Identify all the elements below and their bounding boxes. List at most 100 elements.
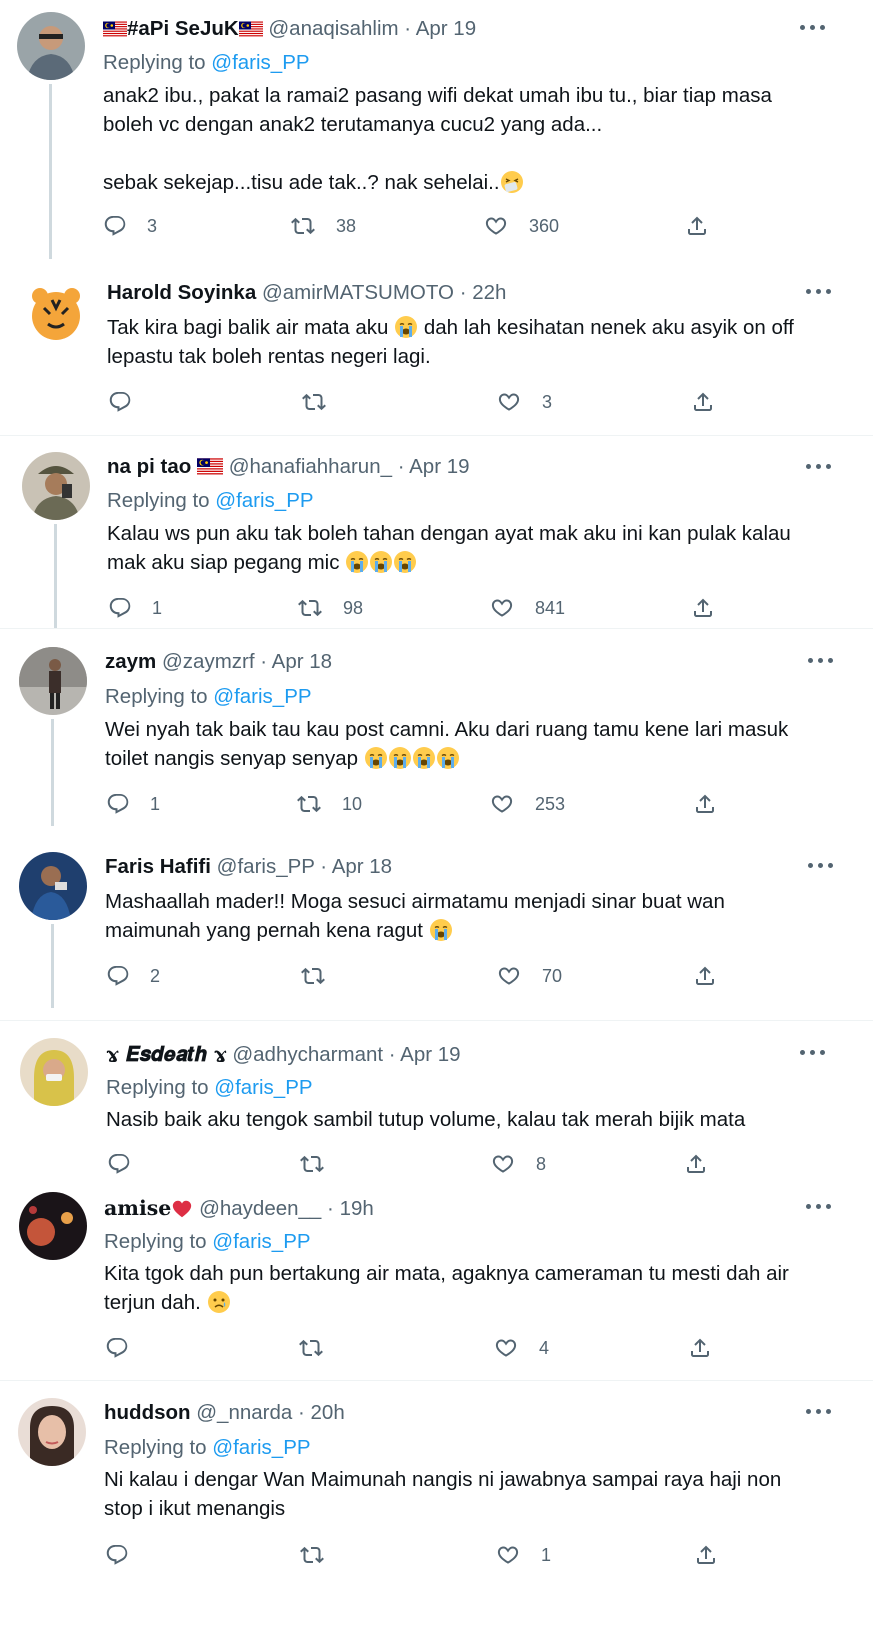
avatar[interactable]: [17, 12, 85, 80]
mention-link[interactable]: @faris_PP: [212, 1436, 310, 1459]
more-icon[interactable]: [806, 462, 836, 472]
reply-button[interactable]: [105, 1541, 129, 1569]
retweet-button[interactable]: 10: [296, 790, 362, 818]
retweet-button[interactable]: 38: [290, 212, 356, 240]
user-handle[interactable]: @zaymzrf: [162, 650, 255, 673]
display-name[interactable]: #aPi SeJuK: [127, 17, 239, 40]
tweet[interactable]: zaym @zaymzrf · Apr 18 Replying to @fari…: [0, 629, 873, 826]
avatar[interactable]: [22, 280, 90, 348]
display-name[interactable]: zaym: [105, 650, 156, 673]
share-button[interactable]: [683, 1150, 709, 1178]
tweet-date[interactable]: 22h: [472, 281, 506, 304]
like-button[interactable]: 4: [493, 1334, 549, 1362]
more-icon[interactable]: [806, 1407, 836, 1417]
user-handle[interactable]: @_nnarda: [196, 1401, 292, 1424]
like-button[interactable]: 8: [490, 1150, 546, 1178]
reply-count: 3: [147, 215, 158, 236]
retweet-button[interactable]: [299, 1541, 325, 1569]
user-handle[interactable]: @amirMATSUMOTO: [262, 281, 454, 304]
reply-button[interactable]: 3: [103, 212, 157, 240]
tweet[interactable]: 𝐚𝐦𝐢𝐬𝐞 @haydeen__ · 19h Replying to @fari…: [0, 1179, 873, 1380]
tweet-date[interactable]: Apr 18: [332, 855, 392, 878]
retweet-button[interactable]: [299, 1150, 325, 1178]
reply-button[interactable]: [108, 388, 132, 416]
display-name[interactable]: ɤ 𝑬𝒔𝒅𝒆𝒂𝒕𝒉 ɤ: [106, 1042, 227, 1066]
avatar[interactable]: [22, 452, 90, 520]
share-icon: [687, 1336, 713, 1360]
avatar[interactable]: [20, 1038, 88, 1106]
reply-button[interactable]: 2: [106, 962, 160, 990]
tweet-date[interactable]: Apr 19: [400, 1043, 460, 1066]
avatar[interactable]: [18, 1398, 86, 1466]
tweet-text-line: toilet nangis senyap senyap: [105, 747, 359, 770]
share-button[interactable]: [687, 1334, 713, 1362]
reply-count: 2: [150, 965, 161, 986]
user-handle[interactable]: @faris_PP: [217, 855, 315, 878]
more-icon[interactable]: [806, 1202, 836, 1212]
reply-button[interactable]: [107, 1150, 131, 1178]
tweet-actions: 4: [105, 1334, 725, 1362]
retweet-button[interactable]: [301, 388, 327, 416]
reply-button[interactable]: 1: [108, 594, 162, 622]
reply-button[interactable]: 1: [106, 790, 160, 818]
user-handle[interactable]: @hanafiahharun_: [229, 455, 392, 478]
tweet[interactable]: #aPi SeJuK @anaqisahlim · Apr 19 Replyin…: [0, 0, 873, 270]
user-handle[interactable]: @haydeen__: [199, 1197, 321, 1220]
mention-link[interactable]: @faris_PP: [211, 51, 309, 74]
mention-link[interactable]: @faris_PP: [215, 489, 313, 512]
crying-face-emoji-icon: [394, 315, 418, 339]
tweet[interactable]: ɤ 𝑬𝒔𝒅𝒆𝒂𝒕𝒉 ɤ @adhycharmant · Apr 19 Reply…: [0, 1021, 873, 1179]
retweet-button[interactable]: 98: [297, 594, 363, 622]
avatar[interactable]: [19, 852, 87, 920]
share-icon: [683, 1152, 709, 1176]
tweet-date[interactable]: Apr 19: [416, 17, 476, 40]
mention-link[interactable]: @faris_PP: [214, 1076, 312, 1099]
share-button[interactable]: [690, 594, 716, 622]
user-handle[interactable]: @adhycharmant: [232, 1043, 383, 1066]
more-icon[interactable]: [806, 287, 836, 297]
tweet-actions: 1 10 253: [106, 790, 726, 818]
share-button[interactable]: [692, 962, 718, 990]
like-button[interactable]: 70: [496, 962, 562, 990]
more-icon[interactable]: [808, 656, 838, 666]
retweet-icon: [301, 390, 327, 414]
tweet[interactable]: Harold Soyinka @amirMATSUMOTO · 22h Tak …: [0, 270, 873, 435]
tweet-date[interactable]: 19h: [340, 1197, 374, 1220]
separator-dot: ·: [320, 855, 328, 878]
mention-link[interactable]: @faris_PP: [213, 685, 311, 708]
more-icon[interactable]: [800, 1048, 830, 1058]
tweet-text-line: maimunah yang pernah kena ragut: [105, 919, 423, 942]
heart-icon: [489, 596, 515, 620]
retweet-button[interactable]: [300, 962, 326, 990]
like-button[interactable]: 841: [489, 594, 565, 622]
retweet-count: 98: [343, 597, 364, 618]
display-name[interactable]: Harold Soyinka: [107, 281, 256, 304]
display-name[interactable]: huddson: [104, 1401, 191, 1424]
display-name[interactable]: Faris Hafifi: [105, 855, 211, 878]
like-button[interactable]: 253: [489, 790, 565, 818]
like-count: 841: [535, 597, 566, 618]
reply-button[interactable]: [105, 1334, 129, 1362]
avatar[interactable]: [19, 647, 87, 715]
avatar[interactable]: [19, 1192, 87, 1260]
tweet[interactable]: na pi tao @hanafiahharun_ · Apr 19 Reply…: [0, 436, 873, 628]
retweet-button[interactable]: [298, 1334, 324, 1362]
tweet-date[interactable]: Apr 18: [272, 650, 332, 673]
share-button[interactable]: [692, 790, 718, 818]
more-icon[interactable]: [800, 23, 830, 33]
display-name-text[interactable]: 𝐚𝐦𝐢𝐬𝐞: [104, 1196, 171, 1220]
like-button[interactable]: 1: [495, 1541, 551, 1569]
tweet[interactable]: huddson @_nnarda · 20h Replying to @fari…: [0, 1381, 873, 1626]
display-name[interactable]: na pi tao: [107, 455, 191, 478]
user-handle[interactable]: @anaqisahlim: [268, 17, 398, 40]
mention-link[interactable]: @faris_PP: [212, 1230, 310, 1253]
more-icon[interactable]: [808, 861, 838, 871]
share-button[interactable]: [684, 212, 710, 240]
share-button[interactable]: [690, 388, 716, 416]
tweet-date[interactable]: 20h: [311, 1401, 345, 1424]
like-button[interactable]: 3: [496, 388, 552, 416]
tweet[interactable]: Faris Hafifi @faris_PP · Apr 18 Mashaall…: [0, 826, 873, 1020]
tweet-date[interactable]: Apr 19: [409, 455, 469, 478]
like-button[interactable]: 360: [483, 212, 559, 240]
share-button[interactable]: [693, 1541, 719, 1569]
